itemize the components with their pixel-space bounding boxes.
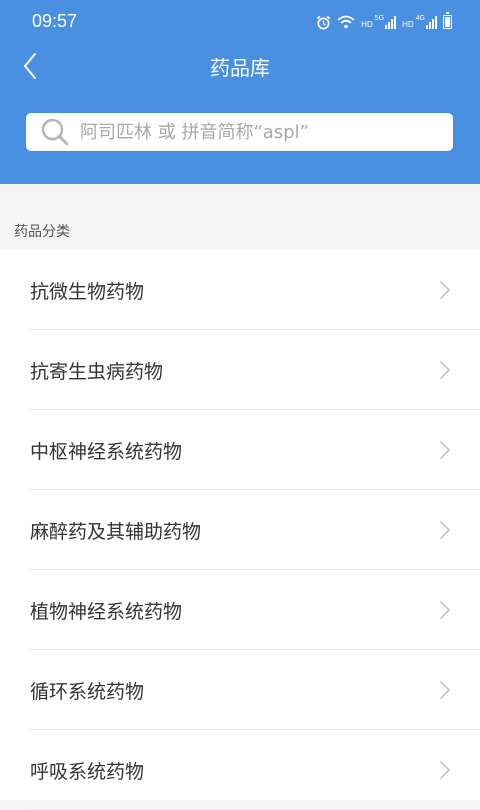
hd-5g-signal-icon: HD 5G [361,15,397,29]
network-label: 4G [415,15,425,22]
category-label: 植物神经系统药物 [30,600,183,623]
page-title: 药品库 [210,56,270,80]
battery-icon [443,12,452,29]
category-item[interactable]: 中枢神经系统药物 [0,410,480,490]
category-list: 抗微生物药物 抗寄生虫病药物 中枢神经系统药物 麻醉药及其辅助药物 植物神经系统… [0,250,480,810]
category-label: 中枢神经系统药物 [30,440,183,463]
category-label: 循环系统药物 [30,680,145,703]
search-icon [30,113,80,151]
hd-label: HD [361,20,373,29]
status-time: 09:57 [32,11,78,31]
chevron-right-icon [440,441,450,459]
category-item[interactable]: 植物神经系统药物 [0,570,480,650]
category-label: 呼吸系统药物 [30,760,145,783]
chevron-right-icon [440,521,450,539]
search-bar[interactable] [26,113,453,151]
hd-label: HD [402,20,414,29]
category-label: 抗寄生虫病药物 [30,360,164,383]
status-bar: 09:57 HD 5G HD 4G [0,0,480,44]
chevron-right-icon [440,361,450,379]
search-input[interactable] [80,114,453,150]
chevron-right-icon [440,681,450,699]
hd-4g-signal-icon: HD 4G [402,15,437,29]
network-label: 5G [374,15,385,22]
category-item[interactable]: 抗寄生虫病药物 [0,330,480,410]
category-item[interactable]: 抗微生物药物 [0,250,480,330]
category-label: 麻醉药及其辅助药物 [30,520,202,543]
chevron-right-icon [440,761,450,779]
section-label: 药品分类 [14,224,70,240]
chevron-right-icon [440,601,450,619]
category-item[interactable]: 循环系统药物 [0,650,480,730]
alarm-icon [316,15,331,30]
category-item[interactable]: 麻醉药及其辅助药物 [0,490,480,570]
category-item[interactable]: 呼吸系统药物 [0,730,480,810]
app-header: 09:57 HD 5G HD 4G 药品库 阿司匹林 或 拼音简称“aspl” [0,0,480,184]
wifi-icon [337,15,355,29]
status-icons: HD 5G HD 4G [316,12,452,32]
category-label: 抗微生物药物 [30,280,145,303]
chevron-right-icon [440,281,450,299]
